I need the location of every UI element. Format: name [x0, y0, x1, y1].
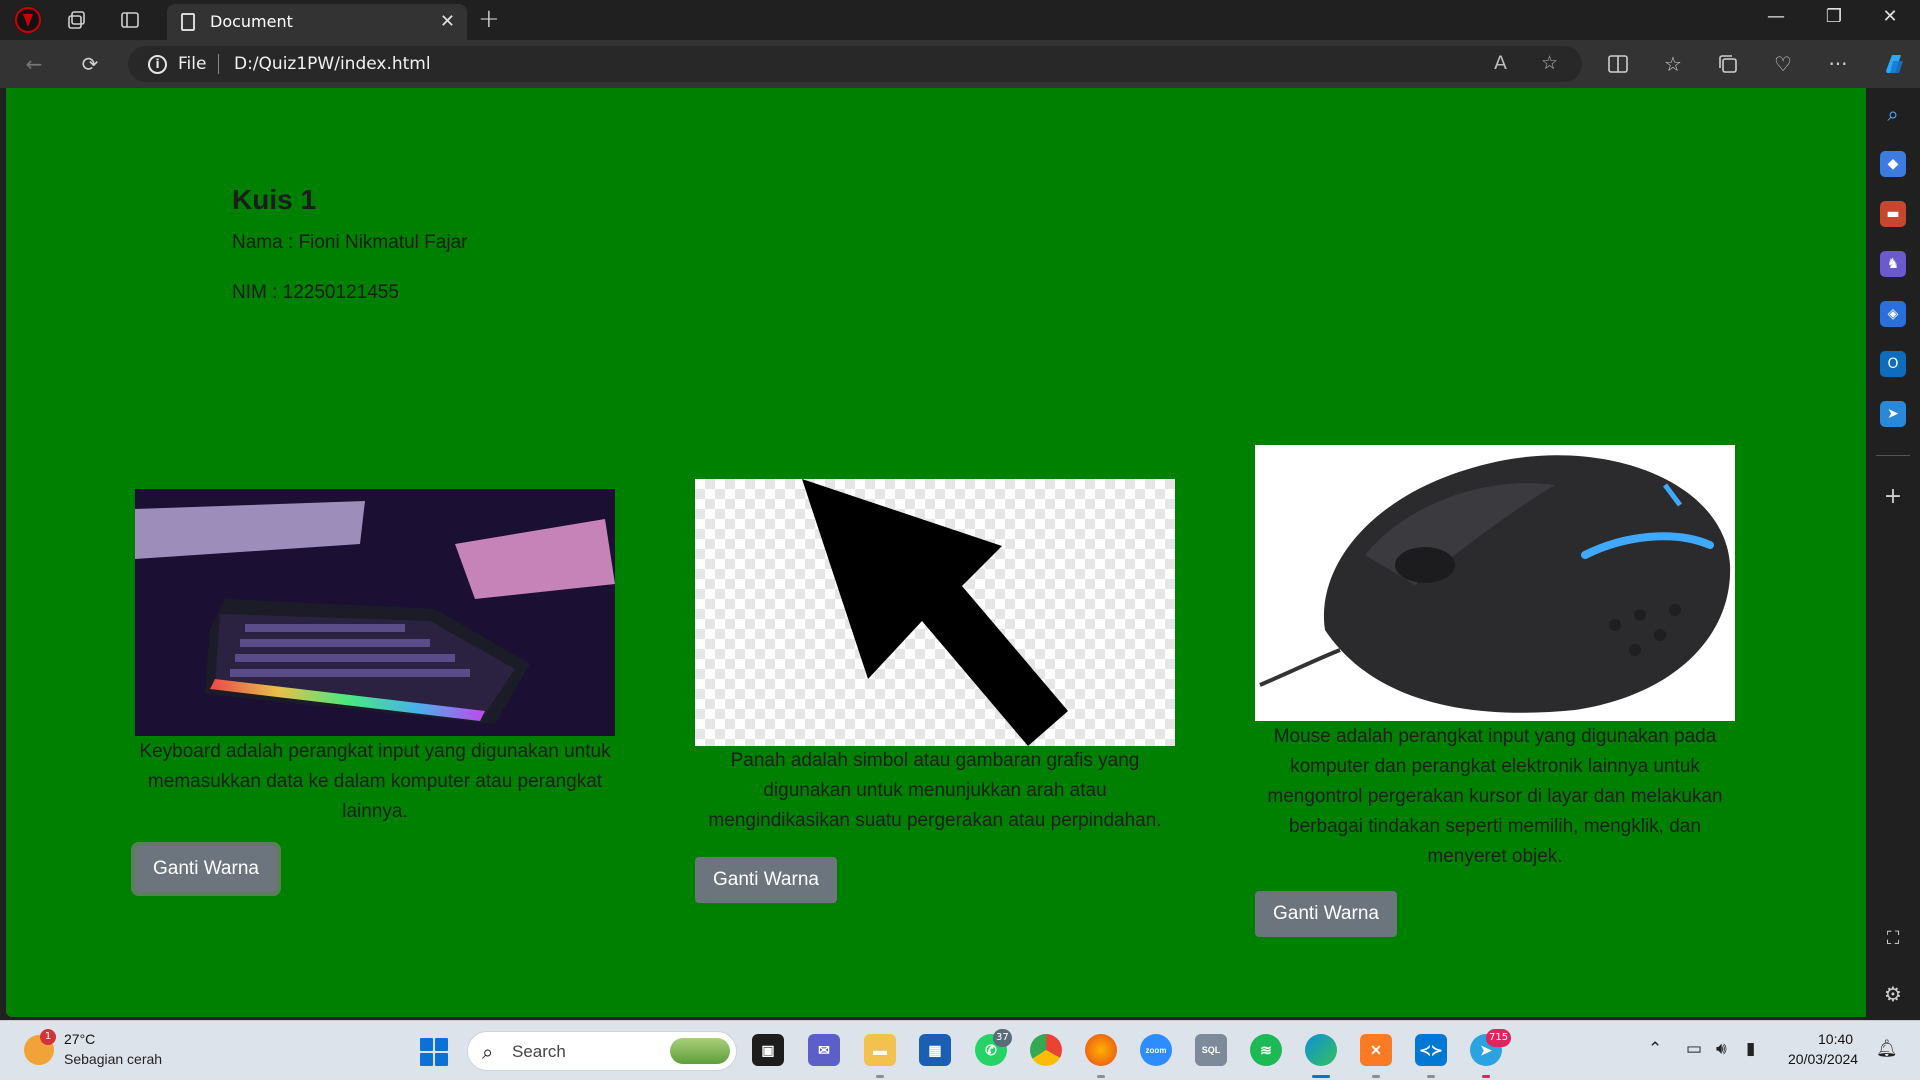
- keyboard-image: [135, 489, 615, 736]
- search-magnifier-icon: ⌕: [482, 1040, 494, 1064]
- page-title: Kuis 1: [232, 184, 317, 215]
- battery-icon[interactable]: ▮: [1746, 1039, 1755, 1059]
- browser-title-bar: Document ✕ + — ❐ ✕: [0, 0, 1920, 40]
- document-icon: [181, 13, 195, 31]
- search-icon[interactable]: ⌕: [1880, 101, 1906, 127]
- change-color-button-keyboard[interactable]: Ganti Warna: [131, 842, 281, 896]
- weather-description[interactable]: Sebagian cerah: [64, 1051, 162, 1067]
- microsoft-365-icon[interactable]: ◈: [1880, 301, 1906, 327]
- show-hidden-icons-chevron-icon[interactable]: ⌃: [1648, 1039, 1662, 1059]
- search-placeholder: Search: [512, 1042, 566, 1061]
- copilot-icon[interactable]: [1880, 50, 1908, 78]
- outlook-icon[interactable]: O: [1880, 351, 1906, 377]
- telegram-running-indicator: [1482, 1075, 1490, 1078]
- favorites-icon[interactable]: ☆: [1659, 50, 1687, 78]
- restore-icon[interactable]: ❐: [1814, 6, 1854, 27]
- file-explorer-running-indicator: [876, 1075, 884, 1078]
- student-nim: NIM : 12250121455: [232, 282, 399, 303]
- mouse-image: [1255, 445, 1735, 721]
- more-options-icon[interactable]: ···: [1824, 50, 1852, 78]
- browser-essentials-icon[interactable]: ♡: [1769, 50, 1797, 78]
- tools-icon[interactable]: ▬: [1880, 201, 1906, 227]
- taskbar-search-box[interactable]: ⌕ Search: [467, 1031, 737, 1071]
- tab-title: Document: [210, 12, 293, 31]
- vscode-icon[interactable]: ≺≻: [1415, 1034, 1447, 1066]
- info-icon[interactable]: i: [148, 55, 167, 74]
- clock-date[interactable]: 20/03/2024: [1788, 1051, 1858, 1067]
- network-icon[interactable]: ▭: [1686, 1039, 1702, 1059]
- sidebar-settings-gear-icon[interactable]: ⚙: [1880, 981, 1906, 1007]
- telegram-badge: 715: [1486, 1029, 1512, 1047]
- split-screen-icon[interactable]: [1604, 50, 1632, 78]
- search-highlight-image: [670, 1038, 730, 1064]
- back-arrow-icon[interactable]: ←: [20, 50, 48, 78]
- sidebar-divider: [1876, 455, 1910, 456]
- task-view-icon[interactable]: ▣: [752, 1034, 784, 1066]
- new-tab-icon[interactable]: +: [478, 4, 500, 34]
- favorite-star-icon[interactable]: ☆: [1541, 52, 1558, 74]
- minimize-icon[interactable]: —: [1756, 6, 1796, 27]
- screenshot-icon[interactable]: ⛶: [1880, 925, 1906, 951]
- change-color-button-arrow[interactable]: Ganti Warna: [695, 857, 837, 903]
- zoom-icon[interactable]: zoom: [1140, 1034, 1172, 1066]
- read-aloud-icon[interactable]: A: [1494, 52, 1507, 74]
- firefox-icon[interactable]: [1085, 1034, 1117, 1066]
- address-scheme: File: [178, 54, 207, 74]
- xampp-icon[interactable]: ✕: [1360, 1034, 1392, 1066]
- start-button-windows-icon[interactable]: [420, 1038, 448, 1066]
- add-sidebar-app-icon[interactable]: +: [1880, 483, 1906, 509]
- vscode-running-indicator: [1427, 1075, 1435, 1078]
- edge-sidebar: ⌕ ◆ ▬ ♞ ◈ O ➤ + ⛶ ⚙: [1866, 88, 1920, 1018]
- collections-icon[interactable]: [1714, 50, 1742, 78]
- spotify-icon[interactable]: ≋: [1250, 1034, 1282, 1066]
- tab-actions-icon[interactable]: [116, 6, 144, 34]
- firefox-running-indicator: [1097, 1075, 1105, 1078]
- chrome-icon[interactable]: [1030, 1034, 1062, 1066]
- arrow-description: Panah adalah simbol atau gambaran grafis…: [708, 750, 1162, 831]
- weather-temperature[interactable]: 27°C: [64, 1031, 95, 1047]
- file-explorer-icon[interactable]: ▬: [864, 1034, 896, 1066]
- tab-close-icon[interactable]: ✕: [440, 11, 455, 32]
- volume-icon[interactable]: 🔊︎: [1716, 1039, 1727, 1059]
- change-color-button-mouse[interactable]: Ganti Warna: [1255, 891, 1397, 937]
- xampp-running-indicator: [1372, 1075, 1380, 1078]
- drop-icon[interactable]: ➤: [1880, 401, 1906, 427]
- student-name: Nama : Fioni Nikmatul Fajar: [232, 232, 468, 253]
- teams-chat-icon[interactable]: ✉: [808, 1034, 840, 1066]
- microsoft-store-icon[interactable]: ▦: [919, 1034, 951, 1066]
- shopping-tag-icon[interactable]: ◆: [1880, 151, 1906, 177]
- clock-time[interactable]: 10:40: [1818, 1031, 1853, 1047]
- mouse-description: Mouse adalah perangkat input yang diguna…: [1267, 726, 1723, 867]
- window-close-icon[interactable]: ✕: [1870, 6, 1910, 27]
- keyboard-description: Keyboard adalah perangkat input yang dig…: [139, 741, 611, 822]
- address-separator: [218, 54, 219, 74]
- edge-active-indicator: [1312, 1075, 1330, 1078]
- workspaces-icon[interactable]: [63, 6, 91, 34]
- profile-avatar-icon[interactable]: [14, 6, 42, 34]
- sql-tool-icon[interactable]: SQL: [1195, 1034, 1227, 1066]
- browser-toolbar: ← ⟳ i File D:/Quiz1PW/index.html A ☆ ☆ ♡…: [0, 40, 1920, 88]
- whatsapp-badge: 37: [993, 1029, 1012, 1047]
- arrow-image: [695, 479, 1175, 746]
- address-bar[interactable]: i File D:/Quiz1PW/index.html A ☆: [128, 46, 1582, 82]
- refresh-icon[interactable]: ⟳: [76, 50, 104, 78]
- games-icon[interactable]: ♞: [1880, 251, 1906, 277]
- address-url[interactable]: D:/Quiz1PW/index.html: [234, 54, 431, 74]
- tab-document[interactable]: Document ✕: [167, 4, 467, 40]
- notification-bell-icon[interactable]: 🔔︎: [1876, 1039, 1898, 1059]
- edge-icon[interactable]: [1305, 1034, 1337, 1066]
- page-viewport: Kuis 1 Nama : Fioni Nikmatul Fajar NIM :…: [6, 88, 1866, 1017]
- windows-taskbar: 1 27°C Sebagian cerah ⌕ Search ▣ ✉ ▬ ▦ ✆…: [0, 1020, 1920, 1080]
- weather-badge: 1: [40, 1029, 56, 1045]
